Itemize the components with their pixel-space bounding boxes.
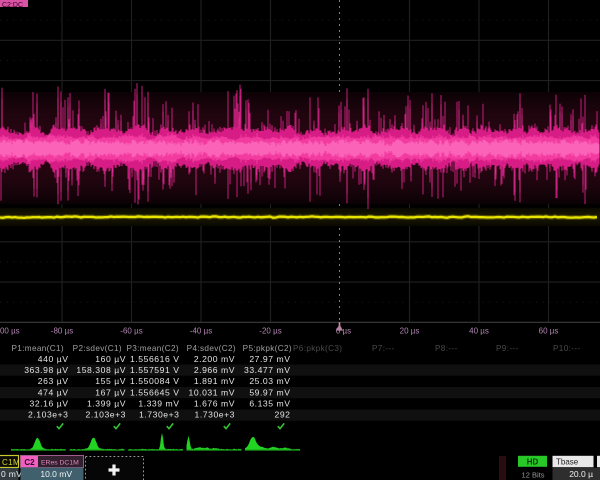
svg-text:0 mV: 0 mV bbox=[1, 469, 22, 479]
svg-text:-20 µs: -20 µs bbox=[259, 327, 281, 336]
svg-text:1.557591 V: 1.557591 V bbox=[130, 365, 179, 375]
svg-text:C1M: C1M bbox=[2, 458, 20, 467]
svg-text:1.550084 V: 1.550084 V bbox=[130, 376, 179, 386]
svg-text:1.730e+3: 1.730e+3 bbox=[139, 410, 179, 420]
svg-text:P4:sdev(C2): P4:sdev(C2) bbox=[187, 344, 236, 353]
svg-text:P7:---: P7:--- bbox=[372, 344, 395, 353]
svg-text:60 µs: 60 µs bbox=[539, 327, 559, 336]
svg-text:263 µV: 263 µV bbox=[38, 376, 69, 386]
svg-text:-40 µs: -40 µs bbox=[190, 327, 212, 336]
svg-text:1.556645 V: 1.556645 V bbox=[130, 387, 179, 397]
svg-text:Tbase: Tbase bbox=[556, 458, 579, 467]
svg-text:25.03 mV: 25.03 mV bbox=[249, 376, 290, 386]
svg-text:P1:mean(C1): P1:mean(C1) bbox=[11, 344, 64, 353]
svg-text:0 µs: 0 µs bbox=[336, 327, 351, 336]
svg-text:292: 292 bbox=[275, 410, 291, 420]
svg-text:HD: HD bbox=[527, 458, 539, 467]
svg-text:1.676 mV: 1.676 mV bbox=[194, 399, 235, 409]
svg-text:P10:---: P10:--- bbox=[553, 344, 580, 353]
svg-text:1.339 mV: 1.339 mV bbox=[138, 399, 179, 409]
svg-text:-60 µs: -60 µs bbox=[120, 327, 142, 336]
svg-text:P5:pkpk(C2): P5:pkpk(C2) bbox=[243, 344, 292, 353]
svg-text:P9:---: P9:--- bbox=[496, 344, 519, 353]
svg-text:C2: C2 bbox=[24, 458, 35, 467]
svg-text:474 µV: 474 µV bbox=[38, 387, 69, 397]
svg-text:10.0 mV: 10.0 mV bbox=[40, 469, 72, 479]
svg-text:12 Bits: 12 Bits bbox=[522, 471, 545, 480]
svg-text:6.135 mV: 6.135 mV bbox=[249, 399, 290, 409]
svg-text:-80 µs: -80 µs bbox=[51, 327, 73, 336]
svg-text:1.556616 V: 1.556616 V bbox=[130, 354, 179, 364]
svg-text:1.730e+3: 1.730e+3 bbox=[195, 410, 235, 420]
svg-text:10.031 mV: 10.031 mV bbox=[188, 387, 235, 397]
svg-text:160 µV: 160 µV bbox=[95, 354, 126, 364]
svg-text:167 µV: 167 µV bbox=[95, 387, 126, 397]
svg-text:P3:mean(C2): P3:mean(C2) bbox=[126, 344, 179, 353]
svg-text:P2:sdev(C1): P2:sdev(C1) bbox=[73, 344, 122, 353]
svg-text:ERes DC1M: ERes DC1M bbox=[41, 460, 79, 467]
svg-text:2.966 mV: 2.966 mV bbox=[194, 365, 235, 375]
svg-text:100 µs: 100 µs bbox=[0, 327, 20, 336]
svg-text:33.477 mV: 33.477 mV bbox=[244, 365, 291, 375]
svg-text:155 µV: 155 µV bbox=[95, 376, 126, 386]
svg-text:P8:---: P8:--- bbox=[435, 344, 458, 353]
svg-text:1.891 mV: 1.891 mV bbox=[194, 376, 235, 386]
svg-text:P6:pkpk(C3): P6:pkpk(C3) bbox=[293, 344, 342, 353]
svg-text:59.97 mV: 59.97 mV bbox=[249, 387, 290, 397]
svg-text:32.16 µV: 32.16 µV bbox=[30, 399, 69, 409]
svg-text:2.103e+3: 2.103e+3 bbox=[86, 410, 126, 420]
svg-text:20 µs: 20 µs bbox=[400, 327, 420, 336]
svg-text:440 µV: 440 µV bbox=[38, 354, 69, 364]
svg-text:2.200 mV: 2.200 mV bbox=[194, 354, 235, 364]
svg-text:363.98 µV: 363.98 µV bbox=[24, 365, 68, 375]
svg-text:1.399 µV: 1.399 µV bbox=[87, 399, 126, 409]
svg-text:27.97 mV: 27.97 mV bbox=[249, 354, 290, 364]
svg-text:40 µs: 40 µs bbox=[469, 327, 489, 336]
svg-text:20.0 µ: 20.0 µ bbox=[569, 469, 593, 479]
svg-text:158.308 µV: 158.308 µV bbox=[76, 365, 126, 375]
svg-text:C2;DC: C2;DC bbox=[2, 2, 23, 9]
svg-text:2.103e+3: 2.103e+3 bbox=[28, 410, 68, 420]
